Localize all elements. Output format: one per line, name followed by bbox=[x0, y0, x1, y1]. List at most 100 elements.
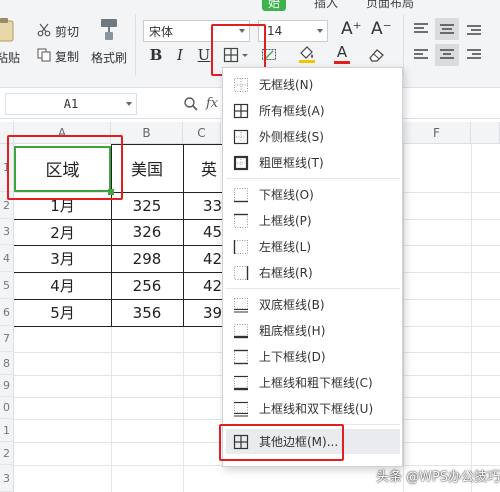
table-cell[interactable]: 1月 bbox=[14, 192, 111, 219]
font-color-button[interactable]: A bbox=[330, 42, 354, 66]
paste-label[interactable]: 粘贴 bbox=[0, 49, 20, 66]
menu-item-thick-box-border[interactable]: 粗匣框线(T) bbox=[226, 150, 400, 175]
copy-icon[interactable] bbox=[36, 47, 52, 63]
menu-item-label: 粗底框线(H) bbox=[259, 324, 326, 338]
table-header-cell[interactable]: 美国 bbox=[111, 144, 183, 192]
bold-button[interactable]: B bbox=[146, 44, 166, 66]
cut-label[interactable]: 剪切 bbox=[55, 23, 79, 40]
align-middle-icon[interactable] bbox=[435, 18, 459, 40]
row-header-9[interactable]: 9 bbox=[0, 375, 14, 397]
top-bottom-border-icon bbox=[234, 349, 248, 364]
menu-item-label: 双底框线(B) bbox=[259, 298, 325, 312]
clear-border-icon[interactable] bbox=[258, 44, 280, 66]
gridline bbox=[403, 144, 404, 492]
border-button[interactable] bbox=[219, 44, 253, 66]
row-header-10[interactable]: 0 bbox=[0, 397, 14, 419]
tab-insert[interactable]: 插入 bbox=[314, 0, 338, 11]
table-cell[interactable]: 39 bbox=[183, 299, 221, 326]
table-cell[interactable]: 326 bbox=[111, 219, 183, 245]
row-header-4[interactable]: 4 bbox=[0, 245, 14, 272]
menu-item-label: 左框线(L) bbox=[259, 240, 312, 254]
align-left-icon[interactable] bbox=[410, 44, 432, 66]
italic-button[interactable]: I bbox=[170, 44, 190, 66]
fx-label[interactable]: fx bbox=[206, 96, 218, 111]
active-cell-selection bbox=[14, 146, 111, 192]
underline-button[interactable]: U bbox=[194, 44, 214, 66]
menu-item-outside-borders[interactable]: 外侧框线(S) bbox=[226, 124, 400, 149]
menu-item-top-bottom-border[interactable]: 上下框线(D) bbox=[226, 344, 400, 369]
tab-page-layout[interactable]: 页面布局 bbox=[366, 0, 414, 11]
chevron-down-icon bbox=[242, 54, 248, 57]
font-size-select[interactable]: 14 bbox=[258, 20, 328, 42]
table-header-cell[interactable]: 英 bbox=[183, 144, 221, 192]
format-painter-label[interactable]: 格式刷 bbox=[91, 49, 127, 66]
scissors-icon[interactable] bbox=[36, 22, 52, 38]
table-border bbox=[14, 326, 223, 327]
fill-handle[interactable] bbox=[108, 189, 114, 195]
table-cell[interactable]: 356 bbox=[111, 299, 183, 326]
row-header-8[interactable]: 8 bbox=[0, 352, 14, 375]
table-cell[interactable]: 33 bbox=[183, 192, 221, 219]
row-header-13[interactable]: 3 bbox=[0, 465, 14, 492]
table-cell[interactable]: 42 bbox=[183, 272, 221, 299]
zoom-icon[interactable] bbox=[182, 95, 200, 113]
row-header-3[interactable]: 3 bbox=[0, 219, 14, 245]
menu-item-more-borders[interactable]: 其他边框(M)... bbox=[226, 429, 400, 454]
table-cell[interactable]: 4月 bbox=[14, 272, 111, 299]
table-cell[interactable]: 325 bbox=[111, 192, 183, 219]
decrease-font-size-button[interactable]: A⁻ bbox=[371, 19, 392, 39]
table-cell[interactable]: 2月 bbox=[14, 219, 111, 245]
menu-item-double-bottom-border[interactable]: 双底框线(B) bbox=[226, 292, 400, 317]
menu-item-bottom-border[interactable]: 下框线(O) bbox=[226, 182, 400, 207]
row-header-11[interactable]: 1 bbox=[0, 419, 14, 442]
menu-item-thick-bottom-border[interactable]: 粗底框线(H) bbox=[226, 318, 400, 343]
align-bottom-icon[interactable] bbox=[463, 18, 485, 40]
column-header-b[interactable]: B bbox=[111, 122, 183, 144]
menu-item-all-borders[interactable]: 所有框线(A) bbox=[226, 98, 400, 123]
bottom-border-icon bbox=[234, 187, 248, 202]
column-header-g[interactable] bbox=[471, 122, 500, 144]
menu-item-no-border[interactable]: 无框线(N) bbox=[226, 72, 400, 97]
font-name-select[interactable]: 宋体 bbox=[143, 20, 250, 42]
column-header-c[interactable]: C bbox=[183, 122, 221, 144]
table-cell[interactable]: 256 bbox=[111, 272, 183, 299]
font-name-value: 宋体 bbox=[149, 24, 174, 39]
table-cell[interactable]: 298 bbox=[111, 245, 183, 272]
name-box[interactable]: A1 bbox=[5, 93, 137, 115]
paste-icon[interactable] bbox=[0, 16, 20, 44]
menu-item-top-double-bottom-border[interactable]: 上框线和双下框线(U) bbox=[226, 396, 400, 421]
column-header-a[interactable]: A bbox=[14, 122, 111, 144]
row-header-12[interactable]: 2 bbox=[0, 442, 14, 465]
row-header-6[interactable]: 6 bbox=[0, 299, 14, 326]
row-header-1[interactable]: 1 bbox=[0, 144, 14, 192]
eraser-icon[interactable] bbox=[364, 44, 390, 66]
all-borders-icon bbox=[233, 103, 249, 118]
select-all-corner[interactable] bbox=[0, 122, 14, 144]
increase-font-size-button[interactable]: A⁺ bbox=[341, 19, 362, 39]
table-cell[interactable]: 42 bbox=[183, 245, 221, 272]
menu-item-left-border[interactable]: 左框线(L) bbox=[226, 234, 400, 259]
menu-item-top-thick-bottom-border[interactable]: 上框线和粗下框线(C) bbox=[226, 370, 400, 395]
outside-borders-icon bbox=[233, 129, 249, 144]
font-color-bar bbox=[334, 61, 350, 64]
fill-color-button[interactable] bbox=[294, 42, 320, 66]
column-header-f[interactable]: F bbox=[403, 122, 471, 144]
menu-separator bbox=[226, 288, 400, 289]
row-header-7[interactable]: 7 bbox=[0, 326, 14, 352]
copy-label[interactable]: 复制 bbox=[55, 48, 79, 65]
align-top-icon[interactable] bbox=[410, 18, 432, 40]
format-painter-icon[interactable] bbox=[96, 16, 122, 42]
table-cell[interactable]: 5月 bbox=[14, 299, 111, 326]
font-size-value: 14 bbox=[267, 24, 283, 38]
table-cell[interactable]: 3月 bbox=[14, 245, 111, 272]
align-right-icon[interactable] bbox=[463, 44, 485, 66]
table-cell[interactable]: 45 bbox=[183, 219, 221, 245]
menu-separator bbox=[226, 424, 400, 425]
left-border-icon bbox=[233, 239, 248, 254]
menu-item-right-border[interactable]: 右框线(R) bbox=[226, 260, 400, 285]
menu-item-top-border[interactable]: 上框线(P) bbox=[226, 208, 400, 233]
menu-item-label: 上框线和粗下框线(C) bbox=[259, 376, 373, 390]
align-center-icon[interactable] bbox=[435, 44, 459, 66]
row-header-2[interactable]: 2 bbox=[0, 192, 14, 219]
row-header-5[interactable]: 5 bbox=[0, 272, 14, 299]
